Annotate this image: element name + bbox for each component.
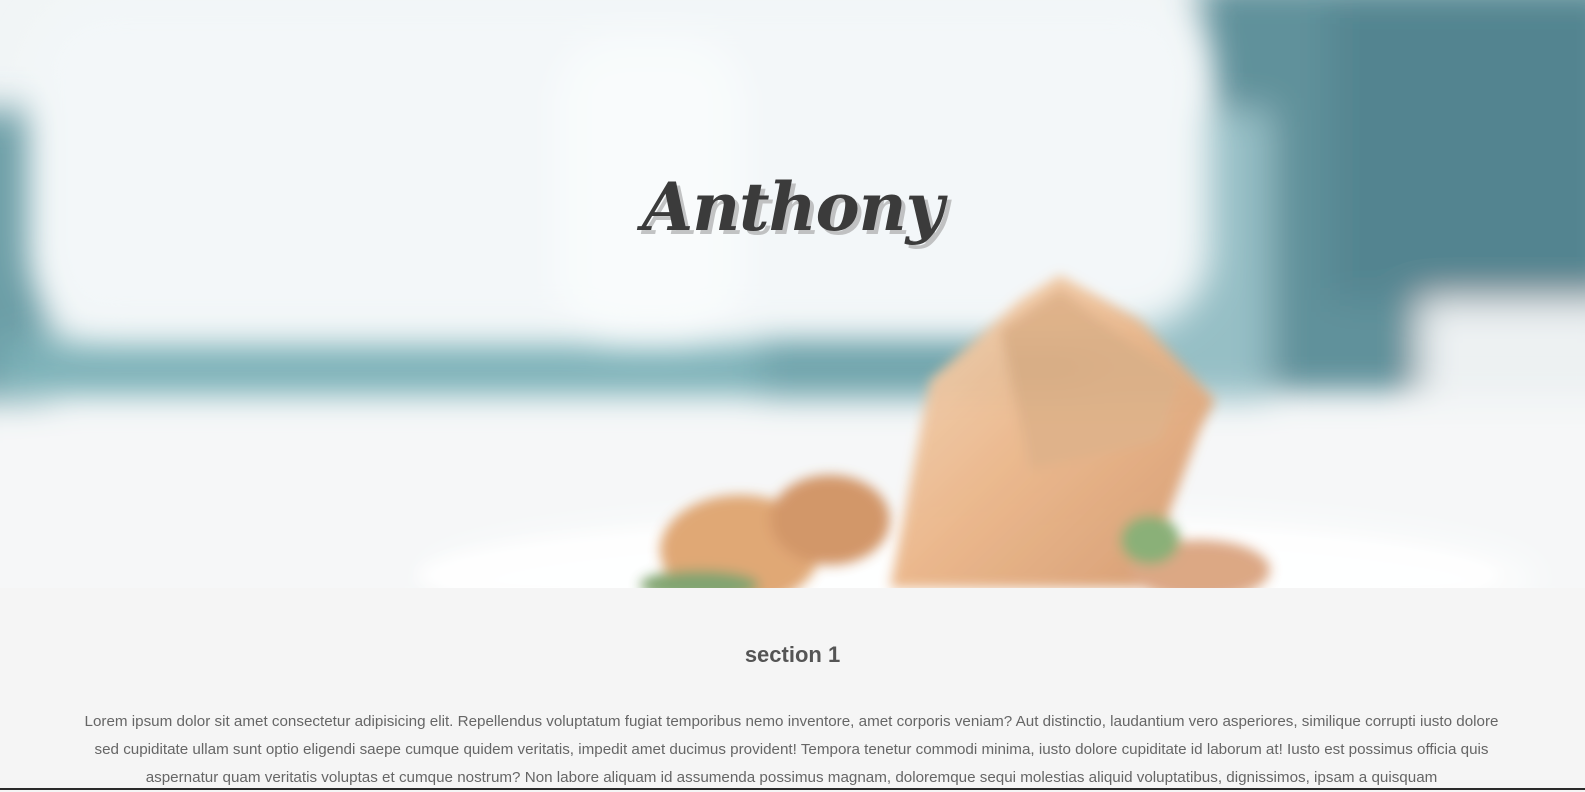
content-section: section 1 Lorem ipsum dolor sit amet con… [0,588,1585,790]
hero-banner: Anthony [0,0,1585,588]
hero-title: Anthony [641,168,944,246]
section-title: section 1 [744,642,841,667]
section-body-text: Lorem ipsum dolor sit amet consectetur a… [84,713,1499,786]
hero-background-image [0,0,1585,588]
